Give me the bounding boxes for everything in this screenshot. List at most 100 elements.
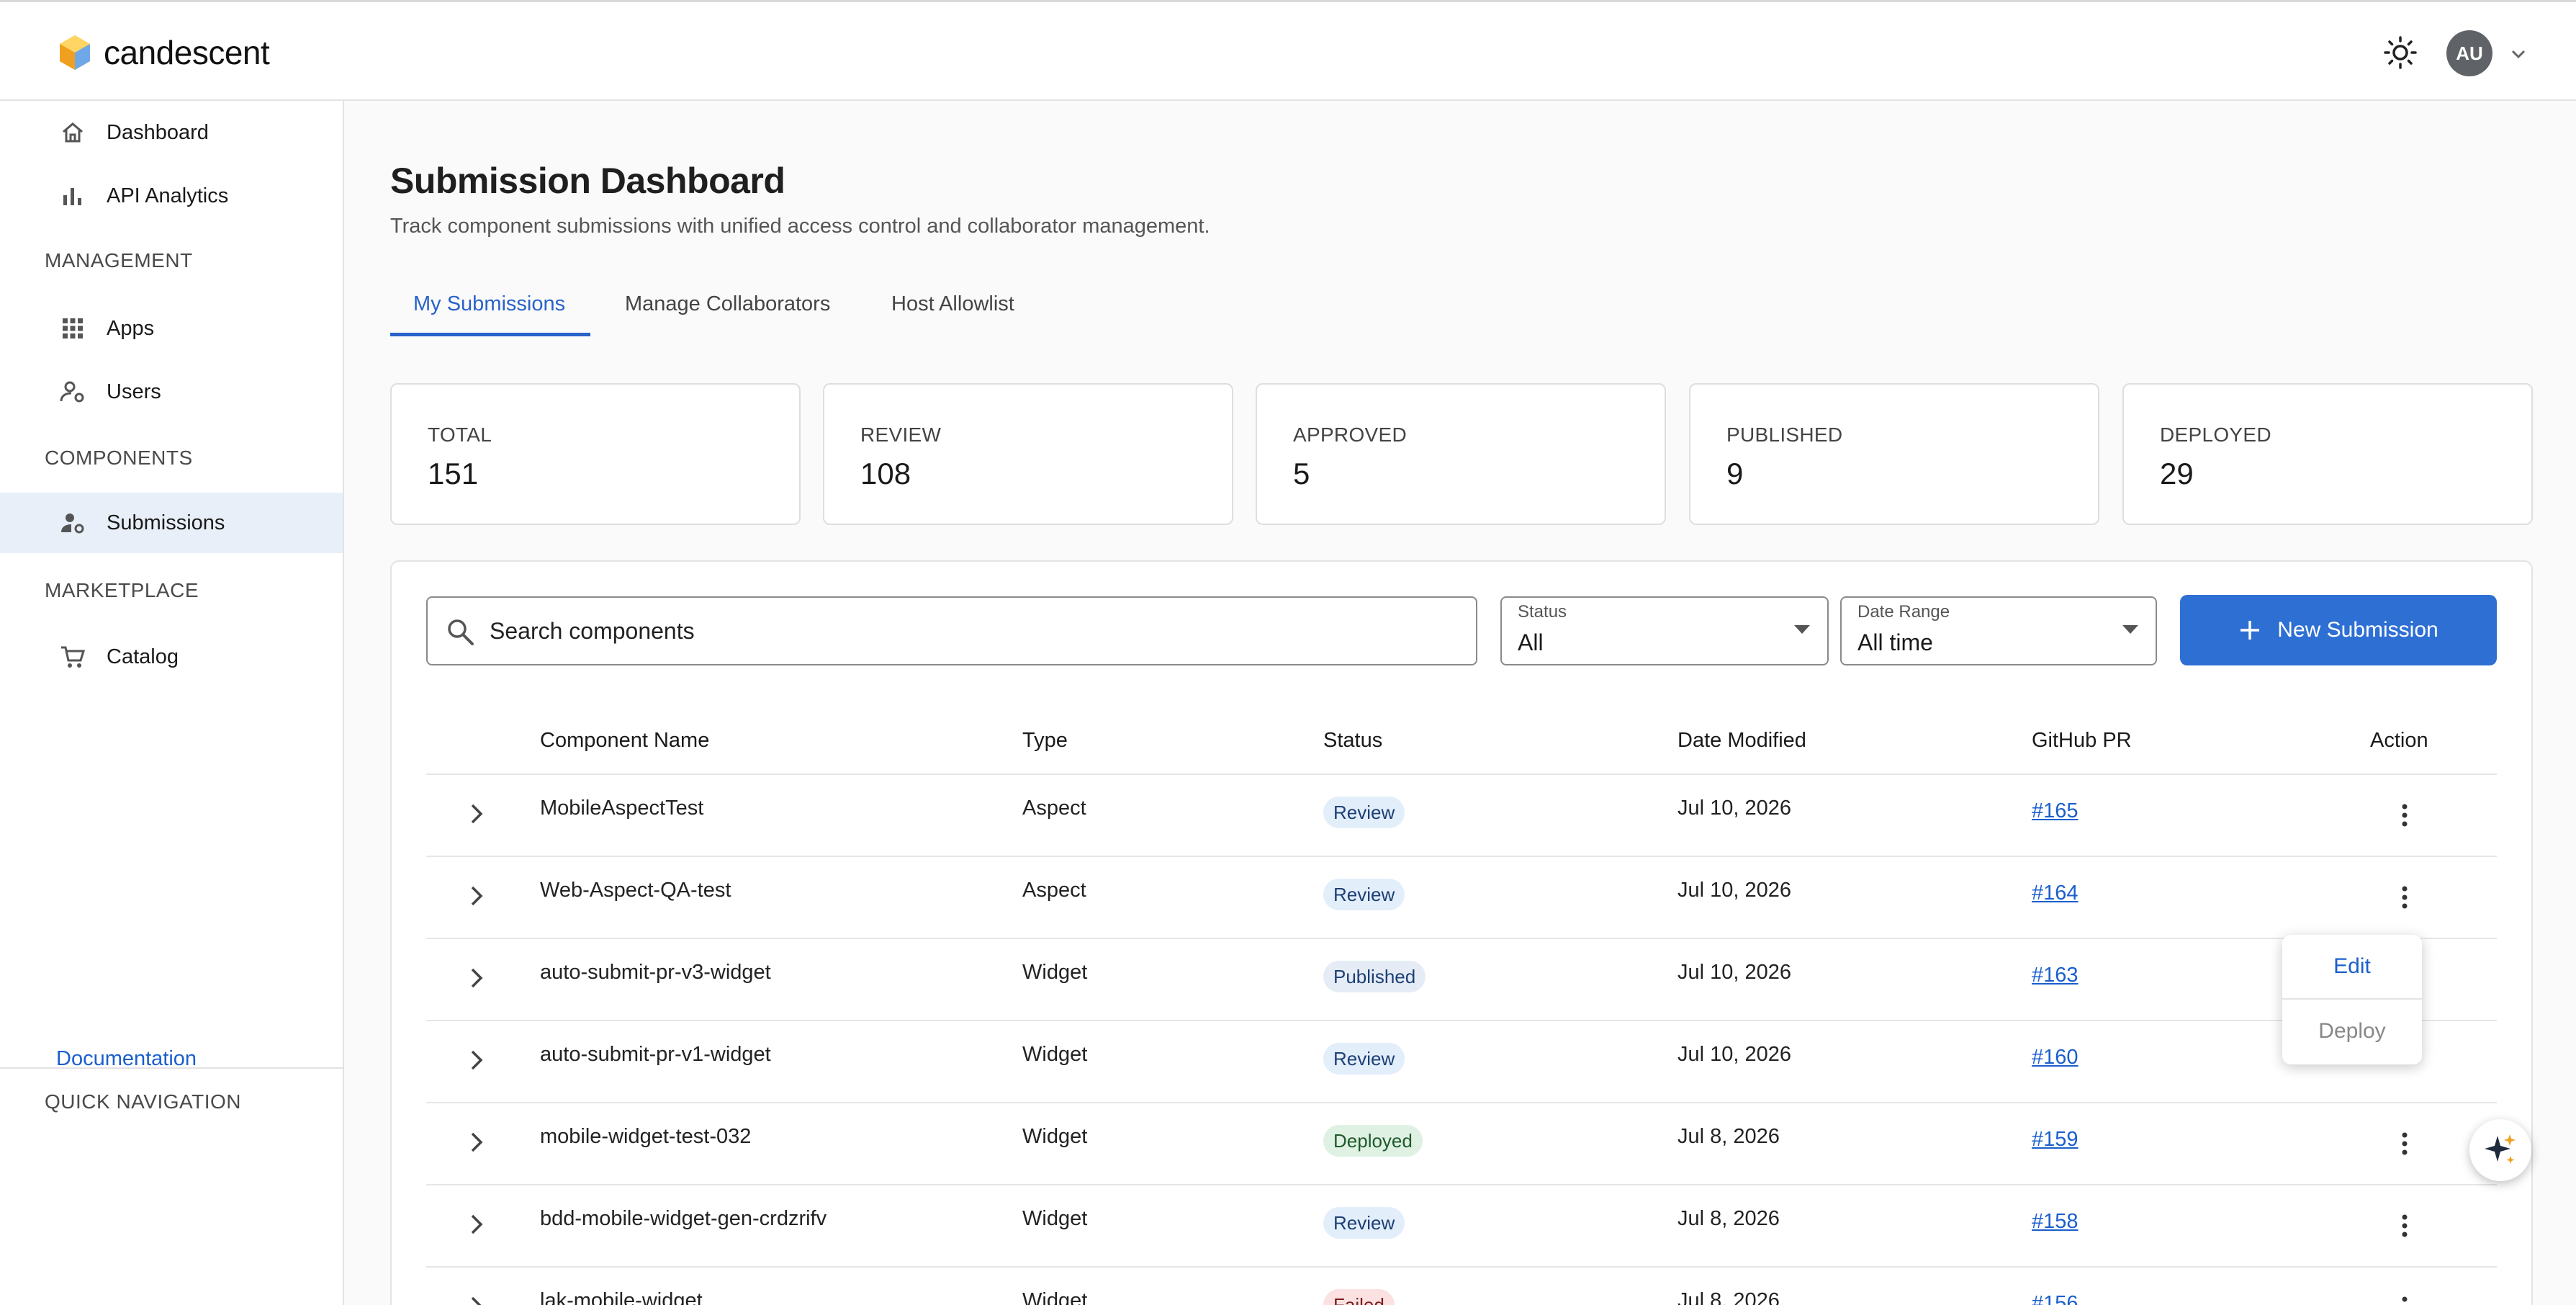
bar-chart-icon (63, 188, 81, 205)
new-submission-label: New Submission (2277, 618, 2438, 642)
candescent-logo-icon (60, 35, 90, 70)
more-vertical-icon[interactable] (2390, 882, 2419, 913)
chevron-right-icon[interactable] (464, 883, 490, 909)
tab-host-allowlist[interactable]: Host Allowlist (891, 292, 1014, 316)
more-vertical-icon[interactable] (2390, 1128, 2419, 1160)
menu-item-deploy[interactable]: Deploy (2282, 1000, 2422, 1063)
component-name: bdd-mobile-widget-gen-crdzrifv (540, 1207, 827, 1230)
github-pr-link[interactable]: #159 (2032, 1128, 2079, 1152)
sidebar-item-label: Catalog (107, 645, 179, 668)
home-icon (63, 122, 83, 143)
search-input[interactable] (490, 598, 1462, 664)
stat-value: 29 (2160, 457, 2194, 490)
plus-icon (2241, 621, 2260, 640)
new-submission-button[interactable]: New Submission (2180, 595, 2497, 665)
component-name: auto-submit-pr-v3-widget (540, 961, 771, 984)
chevron-down-icon[interactable] (2508, 44, 2528, 64)
tab-my-submissions[interactable]: My Submissions (413, 292, 565, 316)
app-frame: candescent AU Dashboard API Analytics MA… (0, 0, 2576, 1305)
github-pr-link[interactable]: #163 (2032, 964, 2079, 987)
sun-icon[interactable] (2383, 35, 2418, 70)
search-box[interactable] (426, 596, 1477, 665)
tab-manage-collaborators[interactable]: Manage Collaborators (625, 292, 830, 316)
status-badge: Review (1323, 1043, 1405, 1075)
sidebar-item-dashboard[interactable]: Dashboard (0, 102, 343, 163)
chevron-right-icon[interactable] (464, 1293, 490, 1305)
more-vertical-icon[interactable] (2390, 799, 2419, 831)
github-pr-link[interactable]: #165 (2032, 799, 2079, 823)
more-vertical-icon[interactable] (2390, 1210, 2419, 1242)
component-type: Aspect (1022, 797, 1086, 820)
user-avatar[interactable]: AU (2446, 30, 2492, 76)
menu-item-edit[interactable]: Edit (2282, 935, 2422, 998)
caret-down-icon (2122, 625, 2138, 634)
section-label-quick-navigation: QUICK NAVIGATION (45, 1090, 241, 1113)
stat-card-published: PUBLISHED 9 (1689, 383, 2099, 525)
sidebar-item-users[interactable]: Users (0, 362, 343, 422)
date-modified: Jul 8, 2026 (1677, 1125, 1780, 1148)
stat-label: TOTAL (428, 423, 492, 446)
sidebar-item-label: Submissions (107, 511, 225, 534)
component-type: Aspect (1022, 879, 1086, 902)
sidebar: Dashboard API Analytics MANAGEMENT Apps (0, 101, 344, 1305)
active-tab-indicator (390, 333, 590, 336)
status-badge: Review (1323, 1207, 1405, 1239)
status-badge: Review (1323, 797, 1405, 828)
github-pr-link[interactable]: #156 (2032, 1292, 2079, 1305)
status-badge: Failed (1323, 1289, 1395, 1305)
section-label-components: COMPONENTS (45, 447, 193, 469)
sidebar-item-label: Users (107, 380, 161, 403)
page-title: Submission Dashboard (390, 161, 785, 201)
component-name: lak-mobile-widget (540, 1289, 703, 1305)
documentation-link[interactable]: Documentation (56, 1047, 197, 1071)
component-name: auto-submit-pr-v1-widget (540, 1043, 771, 1066)
chevron-right-icon[interactable] (464, 1047, 490, 1073)
column-header-status[interactable]: Status (1323, 729, 1382, 753)
page-subtitle: Track component submissions with unified… (390, 215, 1210, 238)
sidebar-item-submissions[interactable]: Submissions (0, 493, 343, 553)
status-select[interactable]: Status All (1500, 596, 1829, 665)
column-header-date-modified[interactable]: Date Modified (1677, 729, 1806, 753)
more-vertical-icon[interactable] (2390, 1292, 2419, 1305)
chevron-right-icon[interactable] (464, 801, 490, 827)
column-header-github-pr[interactable]: GitHub PR (2032, 729, 2132, 753)
column-header-type[interactable]: Type (1022, 729, 1068, 753)
chevron-right-icon[interactable] (464, 1211, 490, 1237)
stat-value: 5 (1293, 457, 1310, 490)
stat-label: REVIEW (860, 423, 942, 446)
chevron-right-icon[interactable] (464, 1129, 490, 1155)
chevron-right-icon[interactable] (464, 965, 490, 991)
github-pr-link[interactable]: #160 (2032, 1046, 2079, 1069)
column-header-component-name[interactable]: Component Name (540, 729, 709, 753)
select-value: All (1518, 629, 1544, 655)
sidebar-item-apps[interactable]: Apps (0, 298, 343, 359)
component-name: Web-Aspect-QA-test (540, 879, 731, 902)
stat-label: PUBLISHED (1726, 423, 1843, 446)
github-pr-link[interactable]: #164 (2032, 882, 2079, 905)
stat-card-deployed: DEPLOYED 29 (2122, 383, 2533, 525)
row-action-menu: Edit Deploy (2282, 935, 2422, 1064)
stat-value: 108 (860, 457, 911, 490)
github-pr-link[interactable]: #158 (2032, 1210, 2079, 1234)
stat-value: 9 (1726, 457, 1744, 490)
ai-assistant-button[interactable] (2469, 1119, 2531, 1181)
stat-value: 151 (428, 457, 479, 490)
date-modified: Jul 10, 2026 (1677, 879, 1792, 902)
sidebar-item-label: API Analytics (107, 184, 229, 207)
sidebar-item-api-analytics[interactable]: API Analytics (0, 166, 343, 226)
date-modified: Jul 10, 2026 (1677, 1043, 1792, 1066)
brand-logo[interactable]: candescent (58, 30, 270, 76)
date-range-select[interactable]: Date Range All time (1840, 596, 2157, 665)
status-badge: Review (1323, 879, 1405, 910)
date-modified: Jul 8, 2026 (1677, 1289, 1780, 1305)
sidebar-item-catalog[interactable]: Catalog (0, 627, 343, 687)
brand-name: candescent (104, 34, 270, 71)
component-type: Widget (1022, 1207, 1088, 1230)
stat-card-review: REVIEW 108 (823, 383, 1233, 525)
component-type: Widget (1022, 1043, 1088, 1066)
date-modified: Jul 10, 2026 (1677, 961, 1792, 984)
column-header-action: Action (2370, 729, 2428, 752)
user-gear-icon (60, 381, 84, 403)
select-caption: Date Range (1857, 602, 1950, 622)
section-label-marketplace: MARKETPLACE (45, 579, 199, 601)
